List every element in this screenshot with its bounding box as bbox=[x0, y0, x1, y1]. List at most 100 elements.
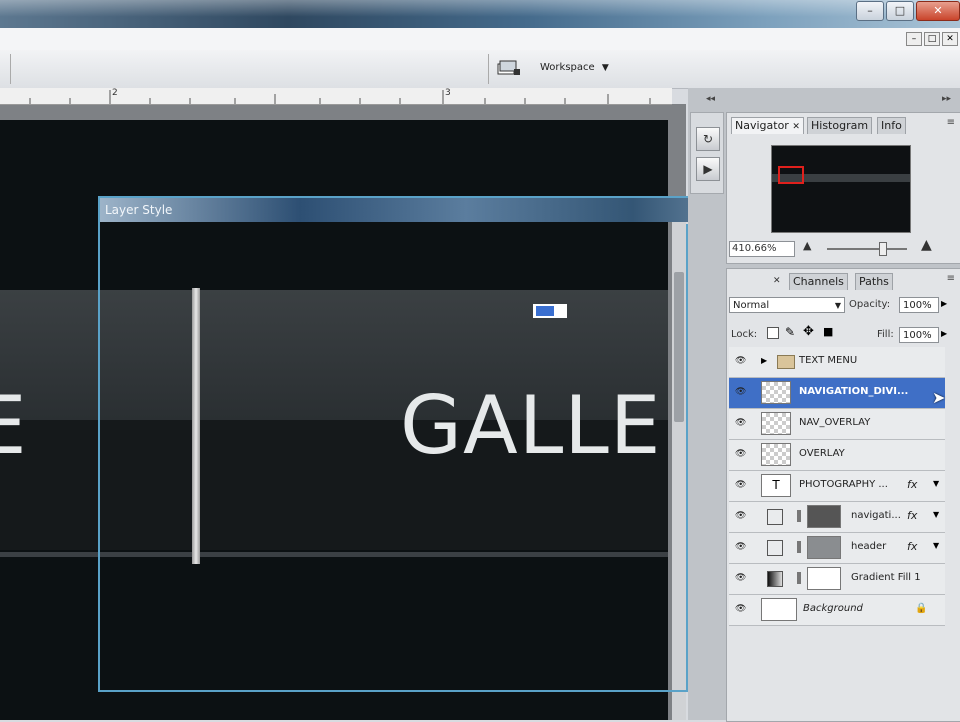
doc-restore-icon[interactable]: □ bbox=[924, 32, 940, 46]
zoom-field[interactable]: 410.66% bbox=[729, 241, 795, 257]
tab-histogram[interactable]: Histogram bbox=[807, 117, 873, 134]
dialog-title: Layer Style bbox=[105, 203, 173, 217]
eye-icon[interactable]: 👁 bbox=[735, 387, 747, 397]
tab-paths[interactable]: Paths bbox=[855, 273, 893, 290]
panel-menu-icon[interactable]: ≡ bbox=[947, 273, 955, 284]
vector-mask-thumbnail bbox=[807, 505, 841, 528]
chevron-down-icon[interactable]: ▼ bbox=[933, 479, 939, 488]
eye-icon[interactable]: 👁 bbox=[735, 511, 747, 521]
layer-row-navigation[interactable]: 👁 navigati... fx ▼ bbox=[729, 502, 945, 533]
view-box[interactable] bbox=[778, 166, 804, 184]
horizontal-ruler: 2 3 bbox=[0, 88, 672, 105]
vector-shape-icon bbox=[767, 509, 783, 525]
restore-button[interactable]: □ bbox=[886, 1, 914, 21]
eye-icon[interactable]: 👁 bbox=[735, 480, 747, 490]
layer-name: Background bbox=[803, 603, 863, 614]
link-icon bbox=[797, 572, 801, 584]
zoom-slider-handle[interactable] bbox=[879, 242, 887, 256]
tab-channels[interactable]: Channels bbox=[789, 273, 848, 290]
fx-icon[interactable]: fx bbox=[907, 540, 917, 553]
window-title-bar: – □ ✕ bbox=[0, 0, 960, 28]
opacity-arrow-icon[interactable]: ▶ bbox=[941, 299, 947, 308]
fill-arrow-icon[interactable]: ▶ bbox=[941, 329, 947, 338]
layer-name: TEXT MENU bbox=[799, 355, 858, 366]
eye-icon[interactable]: 👁 bbox=[735, 573, 747, 583]
opacity-field[interactable]: 100% bbox=[899, 297, 939, 313]
doc-minimize-icon[interactable]: – bbox=[906, 32, 922, 46]
layer-mask-thumbnail bbox=[807, 567, 841, 590]
layer-row-header[interactable]: 👁 header fx ▼ bbox=[729, 533, 945, 564]
fill-field[interactable]: 100% bbox=[899, 327, 939, 343]
actions-icon[interactable]: ▶ bbox=[696, 157, 720, 181]
doc-close-icon[interactable]: ✕ bbox=[942, 32, 958, 46]
chevron-down-icon: ▼ bbox=[601, 63, 609, 73]
layer-name: Gradient Fill 1 bbox=[851, 572, 921, 583]
lock-transparent-icon[interactable] bbox=[767, 327, 779, 339]
layer-row-background[interactable]: 👁 Background 🔒 bbox=[729, 595, 945, 626]
opacity-label: Opacity: bbox=[849, 299, 891, 310]
layer-name: header bbox=[851, 541, 887, 552]
collapse-icon[interactable]: ◂◂ bbox=[706, 94, 715, 104]
eye-icon[interactable]: 👁 bbox=[735, 542, 747, 552]
eye-icon[interactable]: 👁 bbox=[735, 449, 747, 459]
tab-navigator[interactable]: Navigator ✕ bbox=[731, 117, 804, 134]
link-icon bbox=[797, 510, 801, 522]
layer-name: PHOTOGRAPHY ... bbox=[799, 479, 888, 490]
navigator-preview[interactable] bbox=[771, 145, 911, 233]
fx-icon[interactable]: fx bbox=[907, 509, 917, 522]
collapsed-panel-strip: ↻ ▶ bbox=[690, 112, 724, 194]
layer-style-dialog[interactable]: Layer Style ✕ bbox=[98, 196, 768, 692]
eye-icon[interactable]: 👁 bbox=[735, 356, 747, 366]
workspace-button[interactable]: Workspace ▼ bbox=[540, 59, 609, 77]
zoom-out-icon[interactable]: ▲ bbox=[803, 239, 811, 252]
layers-panel: ✕ Channels Paths ≡ Normal ▼ Opacity: 100… bbox=[726, 268, 960, 722]
layer-row-nav-overlay[interactable]: 👁 NAV_OVERLAY bbox=[729, 409, 945, 440]
lock-label: Lock: bbox=[731, 329, 758, 340]
blend-mode-value: Normal bbox=[733, 300, 770, 311]
chevron-down-icon[interactable]: ▼ bbox=[933, 510, 939, 519]
layer-row-overlay[interactable]: 👁 OVERLAY bbox=[729, 440, 945, 471]
close-icon[interactable]: ✕ bbox=[773, 276, 781, 286]
tab-info[interactable]: Info bbox=[877, 117, 906, 134]
options-divider bbox=[488, 54, 489, 84]
mouse-cursor-icon: ➤ bbox=[932, 388, 946, 407]
layer-thumbnail bbox=[761, 598, 797, 621]
layer-row-gradient-fill[interactable]: 👁 Gradient Fill 1 bbox=[729, 564, 945, 595]
eye-icon[interactable]: 👁 bbox=[735, 418, 747, 428]
fill-label: Fill: bbox=[877, 329, 894, 340]
close-button[interactable]: ✕ bbox=[916, 1, 960, 21]
eye-icon[interactable]: 👁 bbox=[735, 604, 747, 614]
panel-menu-icon[interactable]: ≡ bbox=[947, 117, 955, 128]
dialog-title-bar[interactable]: Layer Style ✕ bbox=[100, 198, 766, 222]
layer-row-text-menu[interactable]: 👁 ▶ TEXT MENU bbox=[729, 347, 945, 378]
expand-icon[interactable]: ▸▸ bbox=[942, 94, 951, 104]
fx-icon[interactable]: fx bbox=[907, 478, 917, 491]
expand-arrow-icon[interactable]: ▶ bbox=[761, 356, 767, 365]
vector-mask-thumbnail bbox=[807, 536, 841, 559]
zoom-in-icon[interactable]: ▲ bbox=[921, 237, 932, 253]
layer-row-photography[interactable]: 👁 T PHOTOGRAPHY ... fx ▼ bbox=[729, 471, 945, 502]
blend-mode-select[interactable]: Normal ▼ bbox=[729, 297, 845, 313]
layer-name: navigati... bbox=[851, 510, 901, 521]
palette-well-icon[interactable] bbox=[497, 60, 521, 76]
chevron-down-icon: ▼ bbox=[834, 301, 841, 310]
workspace-label: Workspace bbox=[540, 62, 595, 73]
lock-icon[interactable]: ■ bbox=[823, 325, 833, 338]
minimize-button[interactable]: – bbox=[856, 1, 884, 21]
gradient-icon bbox=[767, 571, 783, 587]
close-icon[interactable]: ✕ bbox=[792, 122, 800, 132]
layer-thumbnail bbox=[761, 381, 791, 404]
chevron-down-icon[interactable]: ▼ bbox=[933, 541, 939, 550]
layer-row-navigation-divider[interactable]: 👁 NAVIGATION_DIVI... bbox=[729, 378, 945, 409]
lock-brush-icon[interactable]: ✎ bbox=[785, 325, 795, 339]
nav-text-left: E bbox=[0, 379, 28, 472]
layer-name: NAVIGATION_DIVI... bbox=[799, 386, 909, 397]
lock-move-icon[interactable]: ✥ bbox=[803, 324, 814, 339]
menu-bar: – □ ✕ bbox=[0, 28, 960, 51]
zoom-slider[interactable] bbox=[827, 248, 907, 250]
ruler-ticks bbox=[29, 90, 651, 104]
navigator-tool-icon[interactable]: ↻ bbox=[696, 127, 720, 151]
layer-name: OVERLAY bbox=[799, 448, 845, 459]
ruler-label: 3 bbox=[445, 88, 451, 98]
lock-icon: 🔒 bbox=[915, 603, 928, 614]
